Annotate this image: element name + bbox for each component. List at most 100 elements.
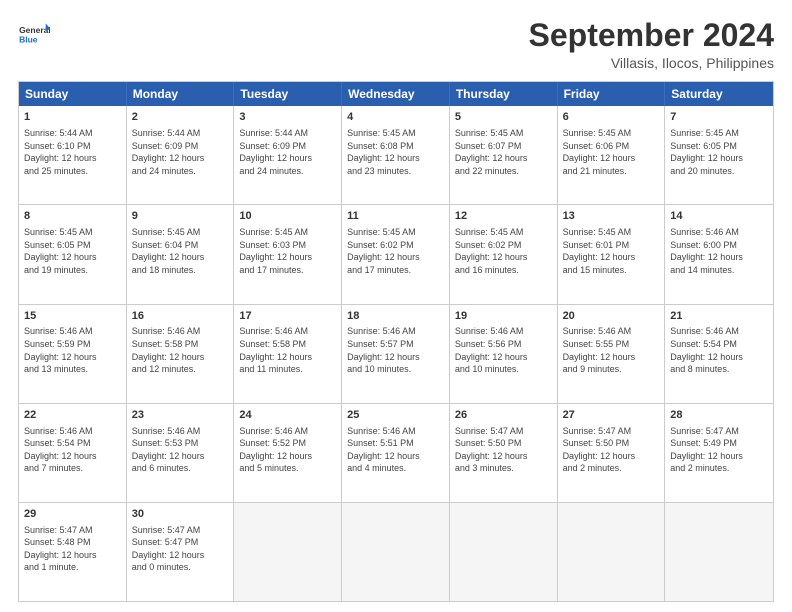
day-info: Sunrise: 5:46 AM Sunset: 5:53 PM Dayligh… (132, 425, 229, 475)
title-block: September 2024 Villasis, Ilocos, Philipp… (529, 18, 774, 71)
day-info: Sunrise: 5:46 AM Sunset: 5:56 PM Dayligh… (455, 325, 552, 375)
day-number: 29 (24, 507, 121, 522)
day-info: Sunrise: 5:46 AM Sunset: 5:58 PM Dayligh… (239, 325, 336, 375)
day-info: Sunrise: 5:45 AM Sunset: 6:02 PM Dayligh… (347, 226, 444, 276)
cal-cell: 5 Sunrise: 5:45 AM Sunset: 6:07 PM Daylig… (450, 106, 558, 204)
cal-cell: 11 Sunrise: 5:45 AM Sunset: 6:02 PM Dayli… (342, 205, 450, 303)
day-number: 3 (239, 110, 336, 125)
header: General Blue September 2024 Villasis, Il… (18, 18, 774, 71)
cal-cell (234, 503, 342, 601)
logo: General Blue (18, 18, 50, 50)
cal-cell (450, 503, 558, 601)
header-saturday: Saturday (665, 82, 773, 106)
day-number: 14 (670, 209, 768, 224)
cal-cell: 16Sunrise: 5:46 AM Sunset: 5:58 PM Dayli… (127, 305, 235, 403)
day-info: Sunrise: 5:45 AM Sunset: 6:02 PM Dayligh… (455, 226, 552, 276)
day-info: Sunrise: 5:46 AM Sunset: 6:00 PM Dayligh… (670, 226, 768, 276)
day-info: Sunrise: 5:45 AM Sunset: 6:03 PM Dayligh… (239, 226, 336, 276)
day-info: Sunrise: 5:46 AM Sunset: 5:52 PM Dayligh… (239, 425, 336, 475)
day-number: 22 (24, 408, 121, 423)
day-info: Sunrise: 5:47 AM Sunset: 5:50 PM Dayligh… (563, 425, 660, 475)
day-info: Sunrise: 5:45 AM Sunset: 6:04 PM Dayligh… (132, 226, 229, 276)
cal-cell: 20Sunrise: 5:46 AM Sunset: 5:55 PM Dayli… (558, 305, 666, 403)
cal-cell: 13 Sunrise: 5:45 AM Sunset: 6:01 PM Dayli… (558, 205, 666, 303)
day-info: Sunrise: 5:45 AM Sunset: 6:01 PM Dayligh… (563, 226, 660, 276)
svg-text:General: General (19, 25, 50, 35)
header-monday: Monday (127, 82, 235, 106)
day-info: Sunrise: 5:46 AM Sunset: 5:55 PM Dayligh… (563, 325, 660, 375)
calendar-body: 1Sunrise: 5:44 AM Sunset: 6:10 PM Daylig… (19, 106, 773, 601)
day-number: 20 (563, 309, 660, 324)
day-info: Sunrise: 5:46 AM Sunset: 5:59 PM Dayligh… (24, 325, 121, 375)
day-number: 13 (563, 209, 660, 224)
day-number: 26 (455, 408, 552, 423)
cal-row-2: 8Sunrise: 5:45 AM Sunset: 6:05 PM Daylig… (19, 204, 773, 303)
day-info: Sunrise: 5:45 AM Sunset: 6:05 PM Dayligh… (670, 127, 768, 177)
page: General Blue September 2024 Villasis, Il… (0, 0, 792, 612)
cal-cell: 12 Sunrise: 5:45 AM Sunset: 6:02 PM Dayli… (450, 205, 558, 303)
cal-cell: 17Sunrise: 5:46 AM Sunset: 5:58 PM Dayli… (234, 305, 342, 403)
cal-cell (665, 503, 773, 601)
cal-cell: 25 Sunrise: 5:46 AM Sunset: 5:51 PM Dayli… (342, 404, 450, 502)
day-number: 9 (132, 209, 229, 224)
cal-cell: 26 Sunrise: 5:47 AM Sunset: 5:50 PM Dayli… (450, 404, 558, 502)
cal-row-4: 22Sunrise: 5:46 AM Sunset: 5:54 PM Dayli… (19, 403, 773, 502)
header-wednesday: Wednesday (342, 82, 450, 106)
day-info: Sunrise: 5:45 AM Sunset: 6:05 PM Dayligh… (24, 226, 121, 276)
day-info: Sunrise: 5:45 AM Sunset: 6:07 PM Dayligh… (455, 127, 552, 177)
day-number: 24 (239, 408, 336, 423)
month-title: September 2024 (529, 18, 774, 53)
cal-cell: 29 Sunrise: 5:47 AM Sunset: 5:48 PM Dayli… (19, 503, 127, 601)
day-number: 19 (455, 309, 552, 324)
day-info: Sunrise: 5:45 AM Sunset: 6:06 PM Dayligh… (563, 127, 660, 177)
day-info: Sunrise: 5:44 AM Sunset: 6:09 PM Dayligh… (239, 127, 336, 177)
day-info: Sunrise: 5:46 AM Sunset: 5:58 PM Dayligh… (132, 325, 229, 375)
day-info: Sunrise: 5:47 AM Sunset: 5:48 PM Dayligh… (24, 524, 121, 574)
day-number: 2 (132, 110, 229, 125)
day-number: 15 (24, 309, 121, 324)
cal-cell: 22Sunrise: 5:46 AM Sunset: 5:54 PM Dayli… (19, 404, 127, 502)
day-number: 4 (347, 110, 444, 125)
day-number: 6 (563, 110, 660, 125)
cal-row-5: 29 Sunrise: 5:47 AM Sunset: 5:48 PM Dayli… (19, 502, 773, 601)
day-number: 11 (347, 209, 444, 224)
cal-cell: 6 Sunrise: 5:45 AM Sunset: 6:06 PM Daylig… (558, 106, 666, 204)
day-info: Sunrise: 5:47 AM Sunset: 5:47 PM Dayligh… (132, 524, 229, 574)
day-info: Sunrise: 5:44 AM Sunset: 6:09 PM Dayligh… (132, 127, 229, 177)
day-info: Sunrise: 5:46 AM Sunset: 5:54 PM Dayligh… (670, 325, 768, 375)
header-tuesday: Tuesday (234, 82, 342, 106)
cal-cell: 10 Sunrise: 5:45 AM Sunset: 6:03 PM Dayli… (234, 205, 342, 303)
cal-cell: 23 Sunrise: 5:46 AM Sunset: 5:53 PM Dayli… (127, 404, 235, 502)
header-sunday: Sunday (19, 82, 127, 106)
cal-row-1: 1Sunrise: 5:44 AM Sunset: 6:10 PM Daylig… (19, 106, 773, 204)
cal-cell: 4Sunrise: 5:45 AM Sunset: 6:08 PM Daylig… (342, 106, 450, 204)
cal-cell: 18Sunrise: 5:46 AM Sunset: 5:57 PM Dayli… (342, 305, 450, 403)
cal-cell: 27 Sunrise: 5:47 AM Sunset: 5:50 PM Dayli… (558, 404, 666, 502)
cal-cell: 28Sunrise: 5:47 AM Sunset: 5:49 PM Dayli… (665, 404, 773, 502)
header-friday: Friday (558, 82, 666, 106)
day-number: 25 (347, 408, 444, 423)
cal-cell: 14 Sunrise: 5:46 AM Sunset: 6:00 PM Dayli… (665, 205, 773, 303)
day-number: 23 (132, 408, 229, 423)
cal-cell: 1Sunrise: 5:44 AM Sunset: 6:10 PM Daylig… (19, 106, 127, 204)
day-number: 16 (132, 309, 229, 324)
cal-cell: 30 Sunrise: 5:47 AM Sunset: 5:47 PM Dayli… (127, 503, 235, 601)
day-info: Sunrise: 5:47 AM Sunset: 5:50 PM Dayligh… (455, 425, 552, 475)
day-info: Sunrise: 5:46 AM Sunset: 5:51 PM Dayligh… (347, 425, 444, 475)
logo-svg: General Blue (18, 18, 50, 50)
cal-cell: 3 Sunrise: 5:44 AM Sunset: 6:09 PM Daylig… (234, 106, 342, 204)
calendar: Sunday Monday Tuesday Wednesday Thursday… (18, 81, 774, 602)
day-number: 12 (455, 209, 552, 224)
cal-cell (342, 503, 450, 601)
cal-cell: 15Sunrise: 5:46 AM Sunset: 5:59 PM Dayli… (19, 305, 127, 403)
day-number: 10 (239, 209, 336, 224)
header-thursday: Thursday (450, 82, 558, 106)
day-number: 27 (563, 408, 660, 423)
cal-cell: 24 Sunrise: 5:46 AM Sunset: 5:52 PM Dayli… (234, 404, 342, 502)
day-number: 5 (455, 110, 552, 125)
calendar-header: Sunday Monday Tuesday Wednesday Thursday… (19, 82, 773, 106)
day-number: 21 (670, 309, 768, 324)
cal-cell: 19Sunrise: 5:46 AM Sunset: 5:56 PM Dayli… (450, 305, 558, 403)
day-number: 30 (132, 507, 229, 522)
cal-cell: 9 Sunrise: 5:45 AM Sunset: 6:04 PM Daylig… (127, 205, 235, 303)
